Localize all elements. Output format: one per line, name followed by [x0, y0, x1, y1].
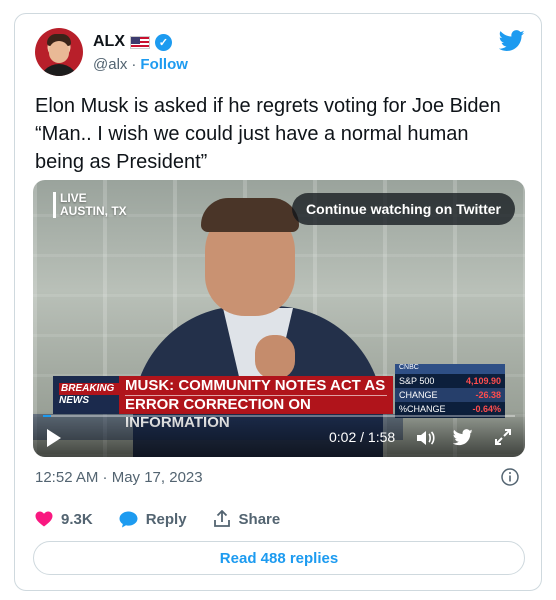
reply-button[interactable]: Reply [119, 510, 187, 528]
video-player[interactable]: LIVE AUSTIN, TX Continue watching on Twi… [33, 180, 525, 457]
tweet-actions: 9.3K Reply Share [35, 510, 280, 528]
share-label: Share [238, 510, 281, 528]
read-replies-button[interactable]: Read 488 replies [33, 541, 525, 575]
heart-icon [35, 511, 53, 527]
reply-bubble-icon [119, 511, 138, 527]
author-name-row: ALX ✓ [93, 33, 172, 51]
tweet-card: ALX ✓ @alx · Follow Elon Musk is asked i… [14, 13, 542, 591]
volume-icon[interactable] [415, 429, 435, 447]
twitter-bird-icon[interactable] [499, 30, 525, 52]
reply-label: Reply [145, 510, 187, 528]
twitter-bird-icon[interactable] [453, 429, 473, 446]
live-location-bug: LIVE AUSTIN, TX [53, 192, 127, 218]
follow-button[interactable]: Follow [140, 56, 188, 73]
verified-badge-icon: ✓ [155, 33, 172, 51]
share-icon [213, 510, 230, 527]
video-controls [33, 411, 525, 457]
us-flag-icon [130, 35, 150, 49]
share-button[interactable]: Share [213, 510, 281, 528]
tweet-text: Elon Musk is asked if he regrets voting … [35, 95, 501, 173]
news-lower-third: BREAKING NEWS MUSK: COMMUNITY NOTES ACT … [53, 376, 393, 431]
tweet-timestamp[interactable]: 12:52 AM · May 17, 2023 [35, 469, 203, 486]
video-progress-bar[interactable] [43, 415, 515, 417]
continue-watching-button[interactable]: Continue watching on Twitter [292, 193, 515, 225]
info-icon[interactable] [501, 468, 519, 486]
like-button[interactable]: 9.3K [35, 510, 93, 528]
expand-icon[interactable] [495, 429, 511, 445]
author-handle-row: @alx · Follow [93, 56, 188, 73]
video-progress-fill [43, 415, 52, 417]
author-handle[interactable]: @alx [93, 56, 127, 73]
stock-quote-box: CNBC S&P 500 4,109.90 CHANGE -26.38 %CHANG… [395, 364, 505, 418]
separator-dot: · [131, 56, 137, 73]
play-icon[interactable] [47, 429, 61, 447]
author-display-name[interactable]: ALX [93, 33, 125, 51]
news-headline: MUSK: COMMUNITY NOTES ACT AS ERROR CORRE… [119, 376, 393, 431]
video-time: 0:02 / 1:58 [329, 429, 396, 445]
avatar[interactable] [35, 28, 83, 76]
breaking-news-badge: BREAKING NEWS [53, 376, 119, 414]
like-count: 9.3K [61, 510, 93, 528]
